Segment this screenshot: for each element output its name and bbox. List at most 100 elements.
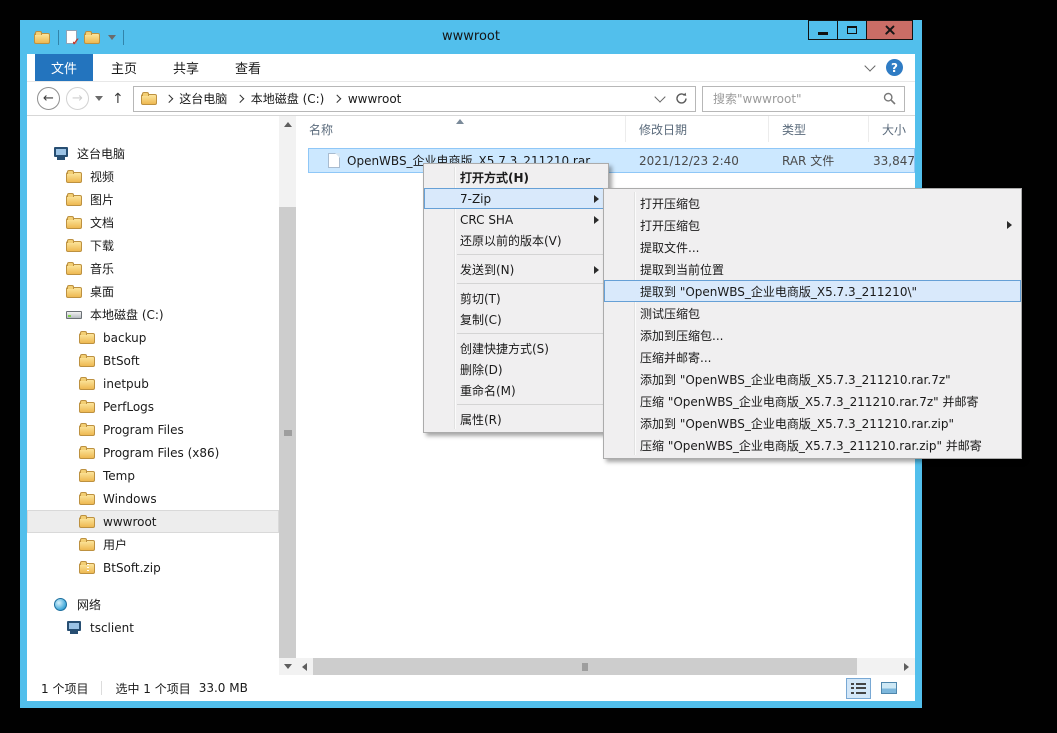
- context-menu-item-label: 7-Zip: [460, 192, 491, 206]
- context-menu-item[interactable]: 7-Zip: [424, 188, 608, 209]
- breadcrumb[interactable]: 这台电脑 本地磁盘 (C:) wwwroot: [133, 86, 696, 112]
- context-menu-item[interactable]: 复制(C): [424, 309, 608, 330]
- submenu-item[interactable]: 压缩 "OpenWBS_企业电商版_X5.7.3_211210.rar.zip"…: [604, 434, 1021, 456]
- sidebar-item[interactable]: 图片: [27, 188, 279, 211]
- back-button[interactable]: [37, 87, 60, 110]
- submenu-item[interactable]: 打开压缩包: [604, 214, 1021, 236]
- column-header[interactable]: 类型: [769, 116, 869, 142]
- sidebar-item[interactable]: PerfLogs: [27, 395, 279, 418]
- file-row[interactable]: OpenWBS_企业电商版_X5.7.3_211210.rar 2021/12/…: [308, 148, 915, 173]
- sort-ascending-icon: [456, 119, 464, 124]
- search-icon[interactable]: [883, 92, 896, 105]
- ribbon-tabs: 主页共享查看: [93, 54, 279, 81]
- submenu-item[interactable]: 测试压缩包: [604, 302, 1021, 324]
- history-dropdown-icon[interactable]: [95, 96, 103, 101]
- sidebar-item[interactable]: 下载: [27, 234, 279, 257]
- maximize-button[interactable]: [837, 20, 867, 40]
- minimize-ribbon-chevron-icon[interactable]: [864, 60, 875, 71]
- details-view-button[interactable]: [846, 678, 871, 699]
- help-icon[interactable]: [886, 59, 903, 76]
- titlebar[interactable]: wwwroot: [20, 20, 922, 54]
- column-header[interactable]: 大小: [869, 116, 915, 142]
- horizontal-scrollbar-thumb[interactable]: [313, 658, 857, 675]
- submenu-item-label: 打开压缩包: [640, 195, 700, 212]
- context-menu-item[interactable]: CRC SHA: [424, 209, 608, 230]
- breadcrumb-item[interactable]: 本地磁盘 (C:): [235, 88, 326, 109]
- context-menu-item[interactable]: 属性(R): [424, 409, 608, 430]
- submenu-item[interactable]: 添加到 "OpenWBS_企业电商版_X5.7.3_211210.rar.7z": [604, 368, 1021, 390]
- sidebar-item[interactable]: Windows: [27, 487, 279, 510]
- breadcrumb-item-label: 本地磁盘 (C:): [251, 90, 325, 107]
- sidebar-item[interactable]: BtSoft.zip: [27, 556, 279, 579]
- sidebar-item[interactable]: 桌面: [27, 280, 279, 303]
- breadcrumb-item[interactable]: 这台电脑: [164, 88, 230, 109]
- ribbon-tab[interactable]: 共享: [155, 54, 217, 81]
- sidebar-item[interactable]: 文档: [27, 211, 279, 234]
- sidebar-item[interactable]: Temp: [27, 464, 279, 487]
- submenu-item[interactable]: 提取文件...: [604, 236, 1021, 258]
- sidebar-item[interactable]: 这台电脑: [27, 142, 279, 165]
- submenu-item[interactable]: 添加到压缩包...: [604, 324, 1021, 346]
- sidebar-item[interactable]: 网络: [27, 593, 279, 616]
- submenu-item[interactable]: 提取到 "OpenWBS_企业电商版_X5.7.3_211210\": [604, 280, 1021, 302]
- sidebar-item[interactable]: BtSoft: [27, 349, 279, 372]
- forward-button[interactable]: [66, 87, 89, 110]
- file-date: 2021/12/23 2:40: [626, 154, 769, 168]
- sidebar-item[interactable]: wwwroot: [27, 510, 279, 533]
- ribbon-tab[interactable]: 查看: [217, 54, 279, 81]
- sidebar-item[interactable]: tsclient: [27, 616, 279, 639]
- sidebar-item[interactable]: Program Files: [27, 418, 279, 441]
- sidebar-item-label: 文档: [90, 214, 114, 231]
- scroll-left-arrow-icon[interactable]: [296, 658, 313, 675]
- context-menu-item[interactable]: 打开方式(H): [424, 167, 608, 188]
- sidebar-item[interactable]: Program Files (x86): [27, 441, 279, 464]
- context-menu-item[interactable]: 删除(D): [424, 359, 608, 380]
- sidebar-item[interactable]: 本地磁盘 (C:): [27, 303, 279, 326]
- context-menu-item[interactable]: 发送到(N): [424, 259, 608, 280]
- address-dropdown-icon[interactable]: [654, 91, 665, 102]
- tree-item-icon: [66, 238, 83, 253]
- minimize-button[interactable]: [808, 20, 838, 40]
- context-menu: 打开方式(H) 7-Zip CRC SHA还原以前的版本(V) 发送到(N) 剪切(T)…: [423, 163, 609, 433]
- context-menu-item[interactable]: 剪切(T): [424, 288, 608, 309]
- scroll-right-arrow-icon[interactable]: [898, 658, 915, 675]
- sidebar-item-label: 用户: [103, 536, 127, 553]
- context-menu-item[interactable]: 重命名(M): [424, 380, 608, 401]
- refresh-icon[interactable]: [675, 92, 688, 105]
- context-menu-item[interactable]: 创建快捷方式(S): [424, 338, 608, 359]
- scroll-down-arrow-icon[interactable]: [279, 658, 296, 675]
- sidebar-item[interactable]: backup: [27, 326, 279, 349]
- up-button[interactable]: [112, 91, 124, 107]
- tab-file[interactable]: 文件: [35, 54, 93, 81]
- breadcrumb-item[interactable]: wwwroot: [332, 90, 403, 108]
- submenu-item[interactable]: 添加到 "OpenWBS_企业电商版_X5.7.3_211210.rar.zip…: [604, 412, 1021, 434]
- sidebar-item[interactable]: 音乐: [27, 257, 279, 280]
- tree-item-icon: [66, 307, 83, 322]
- submenu-item[interactable]: 打开压缩包: [604, 192, 1021, 214]
- sidebar-item-label: Windows: [103, 492, 157, 506]
- maximize-icon: [847, 26, 857, 34]
- submenu-item[interactable]: 压缩并邮寄...: [604, 346, 1021, 368]
- ribbon-tab[interactable]: 主页: [93, 54, 155, 81]
- selection-status: 选中 1 个项目 33.0 MB: [115, 680, 247, 697]
- context-menu-item[interactable]: 还原以前的版本(V): [424, 230, 608, 251]
- sidebar-item-label: BtSoft.zip: [103, 561, 161, 575]
- scroll-up-arrow-icon[interactable]: [279, 116, 296, 133]
- close-icon: [884, 24, 896, 36]
- tree-item-icon: [79, 422, 96, 437]
- thumbnail-view-button[interactable]: [876, 678, 901, 699]
- sidebar-vertical-scrollbar[interactable]: [279, 116, 296, 658]
- search-input[interactable]: [711, 91, 883, 107]
- close-button[interactable]: [866, 20, 913, 40]
- column-header[interactable]: 修改日期: [626, 116, 769, 142]
- sidebar-item[interactable]: 用户: [27, 533, 279, 556]
- sidebar-item[interactable]: inetpub: [27, 372, 279, 395]
- horizontal-scrollbar[interactable]: [313, 658, 898, 675]
- submenu-item-label: 添加到 "OpenWBS_企业电商版_X5.7.3_211210.rar.zip…: [640, 415, 954, 432]
- submenu-item[interactable]: 提取到当前位置: [604, 258, 1021, 280]
- column-header-label: 大小: [882, 121, 906, 138]
- submenu-item[interactable]: 压缩 "OpenWBS_企业电商版_X5.7.3_211210.rar.7z" …: [604, 390, 1021, 412]
- file-type: RAR 文件: [769, 152, 869, 169]
- vertical-scrollbar-thumb[interactable]: [279, 207, 296, 658]
- sidebar-item[interactable]: 视频: [27, 165, 279, 188]
